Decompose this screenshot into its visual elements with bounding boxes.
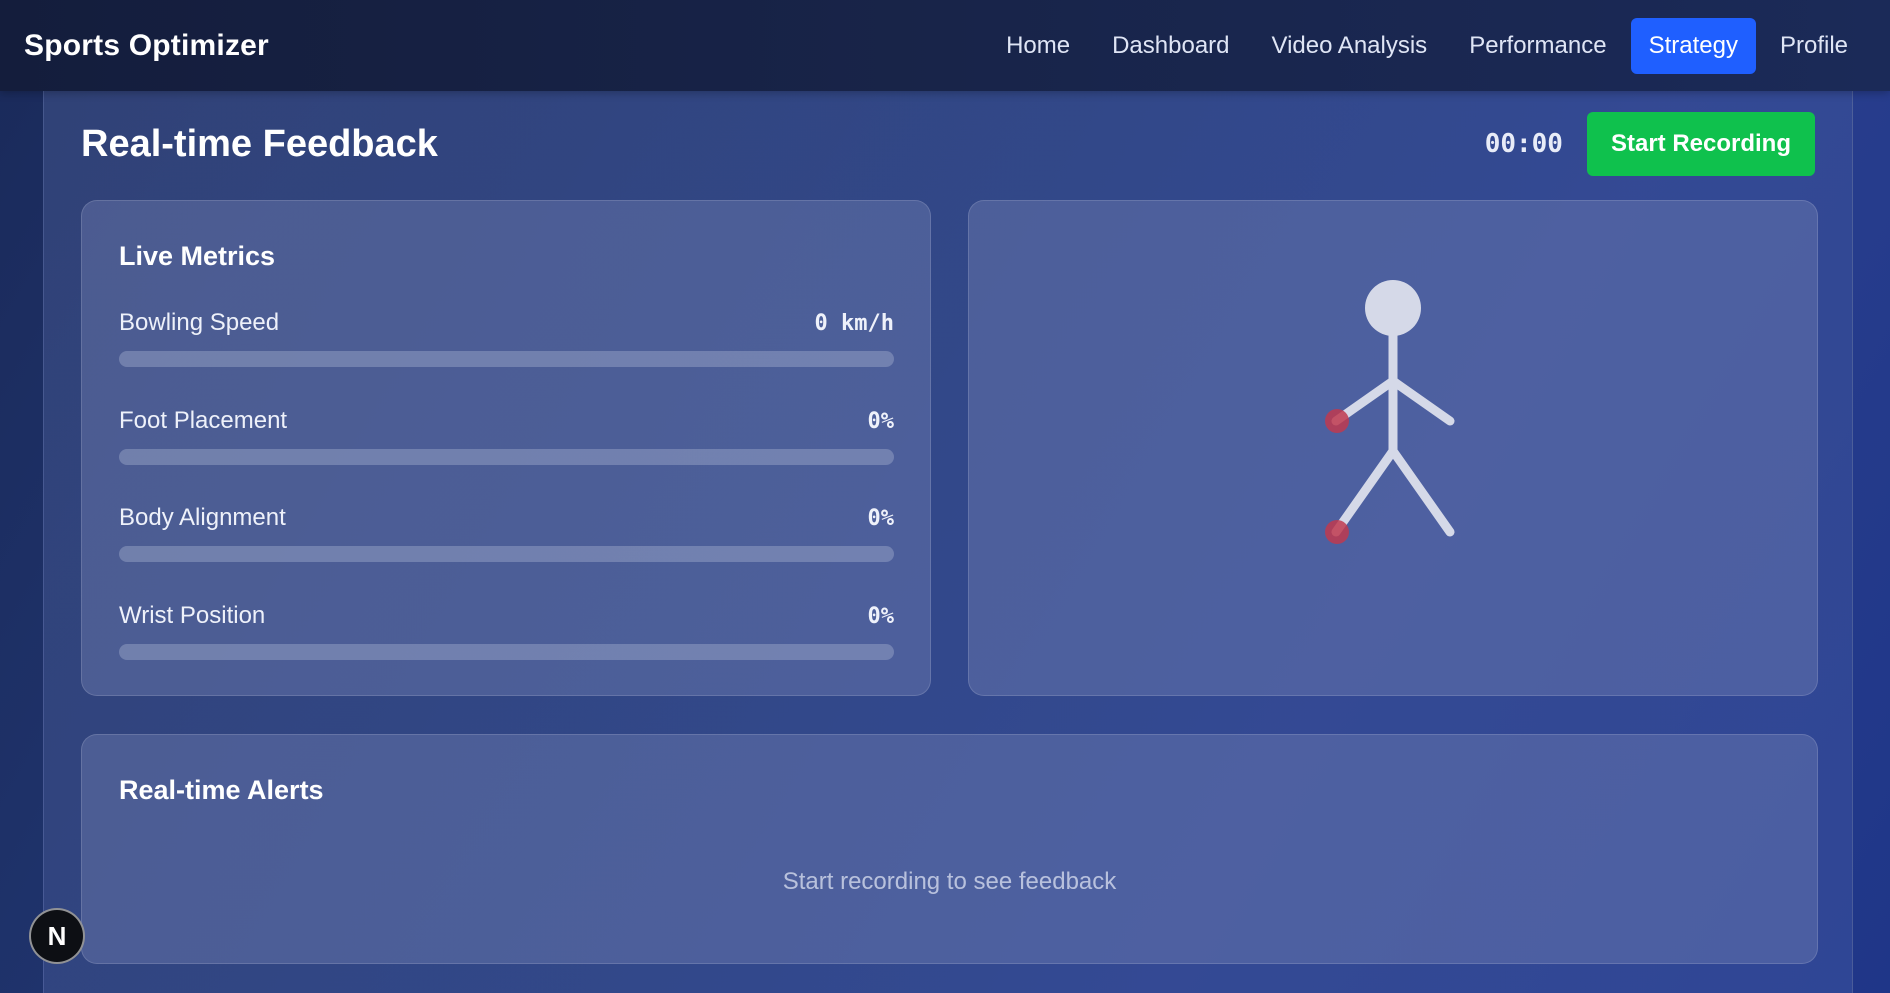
- alerts-empty-message: Start recording to see feedback: [782, 868, 1117, 895]
- metric-label: Wrist Position: [119, 602, 266, 629]
- live-metrics-card: Live Metrics Bowling Speed 0 km/h Foot P…: [81, 200, 931, 696]
- pose-visualization-card: [968, 200, 1818, 696]
- nav-item-home[interactable]: Home: [988, 18, 1088, 74]
- metric-label: Body Alignment: [119, 504, 286, 531]
- metric-label: Foot Placement: [119, 407, 288, 434]
- start-recording-button[interactable]: Start Recording: [1586, 112, 1815, 176]
- nav-links: Home Dashboard Video Analysis Performanc…: [988, 17, 1866, 74]
- app-brand[interactable]: Sports Optimizer: [24, 29, 269, 63]
- live-metrics-title: Live Metrics: [119, 241, 276, 271]
- realtime-alerts-card: Real-time Alerts Start recording to see …: [81, 734, 1818, 964]
- stick-figure-icon: [1325, 280, 1455, 544]
- header-controls: 00:00 Start Recording: [1485, 112, 1815, 176]
- figure-right-arm: [1388, 376, 1455, 426]
- metric-value: 0%: [867, 604, 895, 629]
- n-logo-icon[interactable]: N: [29, 908, 85, 964]
- nav-item-strategy[interactable]: Strategy: [1630, 17, 1756, 74]
- nav-item-dashboard[interactable]: Dashboard: [1094, 18, 1247, 74]
- recording-timer: 00:00: [1484, 129, 1563, 159]
- metric-foot-placement: Foot Placement 0%: [119, 407, 894, 465]
- top-navbar: Sports Optimizer Home Dashboard Video An…: [0, 0, 1890, 91]
- nav-item-profile[interactable]: Profile: [1762, 18, 1866, 74]
- figure-head: [1365, 280, 1421, 336]
- figure-right-leg: [1388, 446, 1455, 537]
- metric-value: 0%: [867, 409, 895, 434]
- metric-value: 0%: [867, 506, 895, 531]
- metric-progress-track: [119, 644, 894, 660]
- nav-item-video-analysis[interactable]: Video Analysis: [1254, 18, 1446, 74]
- metric-progress-track: [119, 351, 894, 367]
- metric-wrist-position: Wrist Position 0%: [119, 602, 894, 660]
- page-title: Real-time Feedback: [81, 122, 438, 165]
- metric-progress-track: [119, 546, 894, 562]
- metric-bowling-speed: Bowling Speed 0 km/h: [119, 309, 894, 367]
- metric-value: 0 km/h: [814, 311, 894, 336]
- realtime-alerts-title: Real-time Alerts: [119, 775, 324, 805]
- section-header: Real-time Feedback 00:00 Start Recording: [81, 109, 1815, 179]
- joint-marker-hand: [1325, 409, 1349, 433]
- metric-body-alignment: Body Alignment 0%: [119, 504, 894, 562]
- metric-progress-track: [119, 449, 894, 465]
- nav-item-performance[interactable]: Performance: [1451, 18, 1624, 74]
- metric-label: Bowling Speed: [119, 309, 280, 336]
- realtime-feedback-panel: Real-time Feedback 00:00 Start Recording…: [43, 91, 1853, 993]
- joint-marker-foot: [1325, 520, 1349, 544]
- figure-left-leg: [1331, 446, 1398, 537]
